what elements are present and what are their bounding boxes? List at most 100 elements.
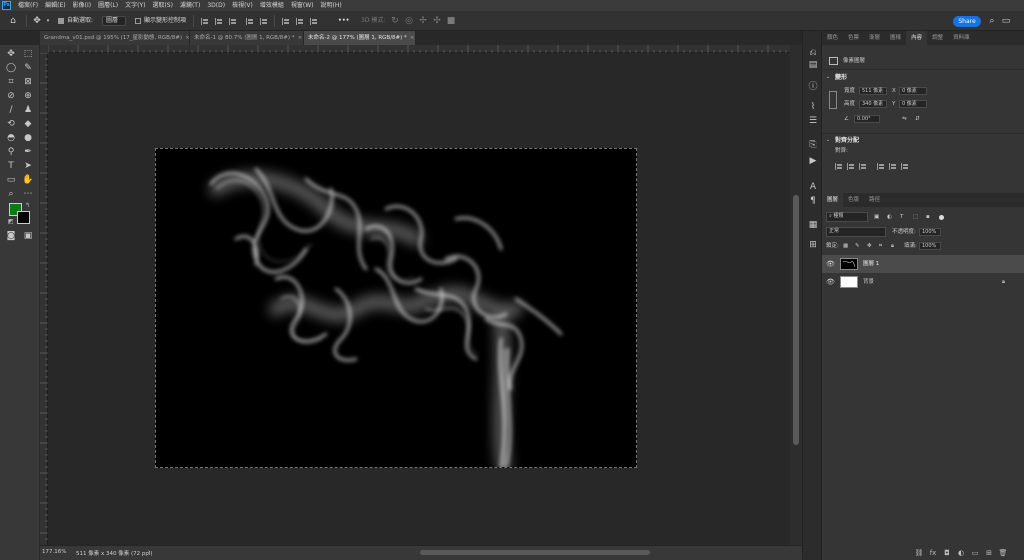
- lock-position-icon[interactable]: ✥: [867, 242, 872, 250]
- tab-untitled-1[interactable]: 未命名-1 @ 80.7% (圖層 1, RGB/8#) * ×: [190, 31, 304, 45]
- new-layer-icon[interactable]: ⊞: [984, 548, 994, 558]
- close-icon[interactable]: ×: [185, 35, 189, 41]
- history-brush-tool-icon[interactable]: ⟲: [5, 118, 17, 130]
- fill-field[interactable]: 100%: [919, 242, 941, 250]
- visibility-eye-icon[interactable]: 👁︎: [826, 260, 835, 268]
- chevron-down-icon[interactable]: ▾: [43, 16, 53, 26]
- filter-smart-object-icon[interactable]: ▪: [926, 213, 930, 221]
- visibility-eye-icon[interactable]: 👁︎: [826, 278, 835, 286]
- add-mask-icon[interactable]: ◘: [942, 548, 952, 558]
- 3d-slide-icon[interactable]: ✣: [432, 16, 442, 26]
- link-layers-icon[interactable]: ⛓: [914, 548, 924, 558]
- auto-select-checkbox[interactable]: [58, 18, 64, 24]
- paragraph-icon[interactable]: ¶: [807, 195, 819, 207]
- align-left-icon[interactable]: [201, 18, 209, 25]
- artboard-tool-icon[interactable]: ⬚: [22, 48, 34, 60]
- distribute-middle-icon[interactable]: [296, 18, 304, 25]
- zoom-tool-icon[interactable]: ⌕: [5, 188, 17, 200]
- menu-filter[interactable]: 濾鏡(T): [180, 1, 200, 10]
- actions-icon[interactable]: ▶: [807, 155, 819, 167]
- filter-adjustment-icon[interactable]: ◐: [887, 213, 892, 221]
- menu-type[interactable]: 文字(Y): [125, 1, 145, 10]
- frame-tool-icon[interactable]: ⊠: [22, 76, 34, 88]
- type-tool-icon[interactable]: T: [5, 160, 17, 172]
- vertical-scrollbar[interactable]: [790, 45, 802, 545]
- chevron-down-icon[interactable]: ⌄: [826, 136, 830, 144]
- menu-3d[interactable]: 3D(D): [207, 1, 225, 10]
- menu-image[interactable]: 影像(I): [73, 1, 91, 10]
- hand-tool-icon[interactable]: ✋: [22, 174, 34, 186]
- tab-paths[interactable]: 路徑: [864, 193, 885, 207]
- height-field[interactable]: 340 像素: [859, 100, 887, 108]
- show-transform-checkbox[interactable]: [135, 18, 141, 24]
- document-canvas[interactable]: [155, 148, 637, 468]
- brush-tool-icon[interactable]: ∕: [5, 104, 17, 116]
- more-tools-icon[interactable]: ⋯: [22, 188, 34, 200]
- align-bottom-icon[interactable]: [901, 163, 909, 170]
- scrollbar-thumb[interactable]: [793, 195, 799, 445]
- photoshop-logo-icon[interactable]: Ps: [2, 1, 11, 10]
- swap-colors-icon[interactable]: ↰: [25, 202, 30, 209]
- layer-row[interactable]: 👁︎ 圖層 1: [822, 255, 1024, 273]
- brush-settings-icon[interactable]: ⌇: [807, 101, 819, 113]
- adjustment-layer-icon[interactable]: ◐: [956, 548, 966, 558]
- tab-untitled-2[interactable]: 未命名-2 @ 177% (圖層 1, RGB/8#) * ×: [304, 31, 416, 45]
- menu-edit[interactable]: 編輯(E): [45, 1, 65, 10]
- link-icon[interactable]: [829, 91, 837, 109]
- horizontal-scrollbar-thumb[interactable]: [420, 550, 650, 555]
- auto-select-dropdown[interactable]: 圖層: [102, 16, 126, 26]
- more-options-button[interactable]: •••: [338, 17, 350, 25]
- width-field[interactable]: 511 像素: [859, 87, 887, 95]
- paint-bucket-tool-icon[interactable]: ◓: [5, 132, 17, 144]
- menu-layer[interactable]: 圖層(L): [98, 1, 118, 10]
- menu-help[interactable]: 說明(H): [321, 1, 342, 10]
- workspace-icon[interactable]: ▭: [1001, 16, 1011, 26]
- filter-shape-icon[interactable]: ⬚: [913, 213, 918, 221]
- clone-stamp-tool-icon[interactable]: ♟: [22, 104, 34, 116]
- comments-icon[interactable]: ▤: [807, 59, 819, 71]
- search-icon[interactable]: ⌕: [987, 16, 997, 26]
- align-center-icon[interactable]: [215, 18, 223, 25]
- screen-mode-icon[interactable]: ▣: [22, 230, 34, 242]
- chevron-right-icon[interactable]: ›: [148, 549, 150, 555]
- filter-toggle-icon[interactable]: [939, 215, 944, 220]
- lock-pixels-icon[interactable]: ✎: [855, 242, 860, 250]
- delete-layer-icon[interactable]: 🗑︎: [998, 548, 1008, 558]
- flip-vertical-icon[interactable]: ⇵: [915, 115, 920, 123]
- flip-horizontal-icon[interactable]: ⇋: [902, 115, 907, 123]
- pen-tool-icon[interactable]: ✒: [22, 146, 34, 158]
- path-selection-tool-icon[interactable]: ➤: [22, 160, 34, 172]
- menu-select[interactable]: 選取(S): [152, 1, 173, 10]
- tab-libraries[interactable]: 資料庫: [948, 31, 975, 45]
- align-top-icon[interactable]: [246, 18, 254, 25]
- lock-transparent-icon[interactable]: ▦: [843, 242, 848, 250]
- close-icon[interactable]: ×: [298, 35, 303, 41]
- align-right-icon[interactable]: [229, 18, 237, 25]
- blur-tool-icon[interactable]: ●: [22, 132, 34, 144]
- quick-mask-icon[interactable]: ◙: [5, 230, 17, 242]
- libraries-icon[interactable]: ⊞: [807, 239, 819, 251]
- move-tool-icon[interactable]: ✥: [32, 16, 42, 26]
- layer-row[interactable]: 👁︎ 背景 🔒︎: [822, 273, 1024, 291]
- layer-filter-dropdown[interactable]: ⌕ 種類: [826, 212, 868, 222]
- align-center-icon[interactable]: [847, 163, 855, 170]
- clone-source-icon[interactable]: ⎘: [807, 139, 819, 151]
- distribute-top-icon[interactable]: [282, 18, 290, 25]
- tab-grandma[interactable]: Grandma_v01.psd @ 195% (17_星影動態, RGB/8#)…: [40, 31, 190, 45]
- opacity-field[interactable]: 100%: [919, 228, 941, 236]
- crop-tool-icon[interactable]: ⌗: [5, 76, 17, 88]
- tab-properties[interactable]: 內容: [906, 31, 928, 45]
- background-color-swatch[interactable]: [17, 211, 30, 224]
- glyphs-icon[interactable]: ▦: [807, 219, 819, 231]
- eraser-tool-icon[interactable]: ◆: [22, 118, 34, 130]
- eyedropper-tool-icon[interactable]: ⊘: [5, 90, 17, 102]
- 3d-orbit-icon[interactable]: ↻: [390, 16, 400, 26]
- rectangle-tool-icon[interactable]: ▭: [5, 174, 17, 186]
- dodge-tool-icon[interactable]: ⚲: [5, 146, 17, 158]
- new-group-icon[interactable]: ▭: [970, 548, 980, 558]
- close-icon[interactable]: ×: [410, 35, 415, 41]
- distribute-bottom-icon[interactable]: [310, 18, 318, 25]
- move-tool-icon[interactable]: ✥: [5, 48, 17, 60]
- menu-plugins[interactable]: 增效模組: [260, 1, 284, 10]
- filter-pixel-icon[interactable]: ▣: [874, 213, 879, 221]
